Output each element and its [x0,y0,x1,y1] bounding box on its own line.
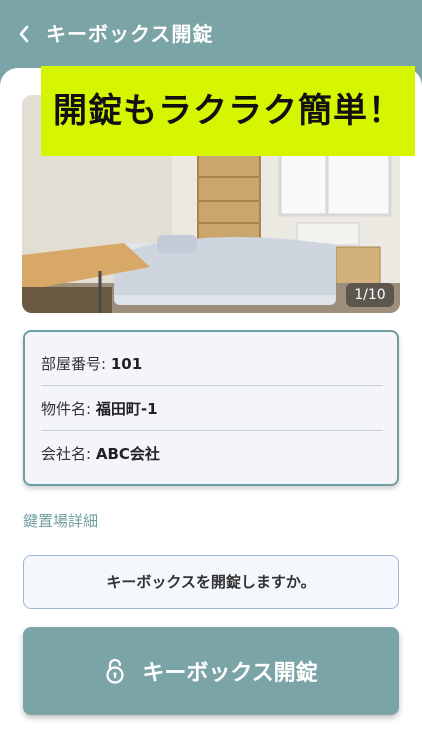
back-button[interactable] [14,20,34,48]
company-name-row: 会社名: ABC会社 [41,432,383,476]
property-name-row: 物件名: 福田町-1 [41,387,383,431]
company-name-value: ABC会社 [95,445,160,463]
unlock-button-label: キーボックス開錠 [142,661,318,686]
page-title: キーボックス開錠 [46,22,214,46]
room-number-value: 101 [110,355,143,373]
chevron-left-icon [19,25,29,43]
company-name-label: 会社名: [41,445,92,463]
key-location-details-link[interactable]: 鍵置場詳細 [23,510,98,531]
photo-counter: 1/10 [346,283,394,307]
lock-icon [104,658,126,684]
room-number-label: 部屋番号: [41,355,107,373]
property-name-value: 福田町-1 [95,400,158,418]
app-header: キーボックス開錠 [0,0,422,68]
promo-banner: 開錠もラクラク簡単！ [41,66,415,156]
unlock-keybox-button[interactable]: キーボックス開錠 [23,627,399,715]
property-name-label: 物件名: [41,400,92,418]
property-info-card: 部屋番号: 101 物件名: 福田町-1 会社名: ABC会社 [23,330,399,486]
unlock-confirmation-message: キーボックスを開錠しますか。 [23,555,399,609]
room-number-row: 部屋番号: 101 [41,342,383,386]
